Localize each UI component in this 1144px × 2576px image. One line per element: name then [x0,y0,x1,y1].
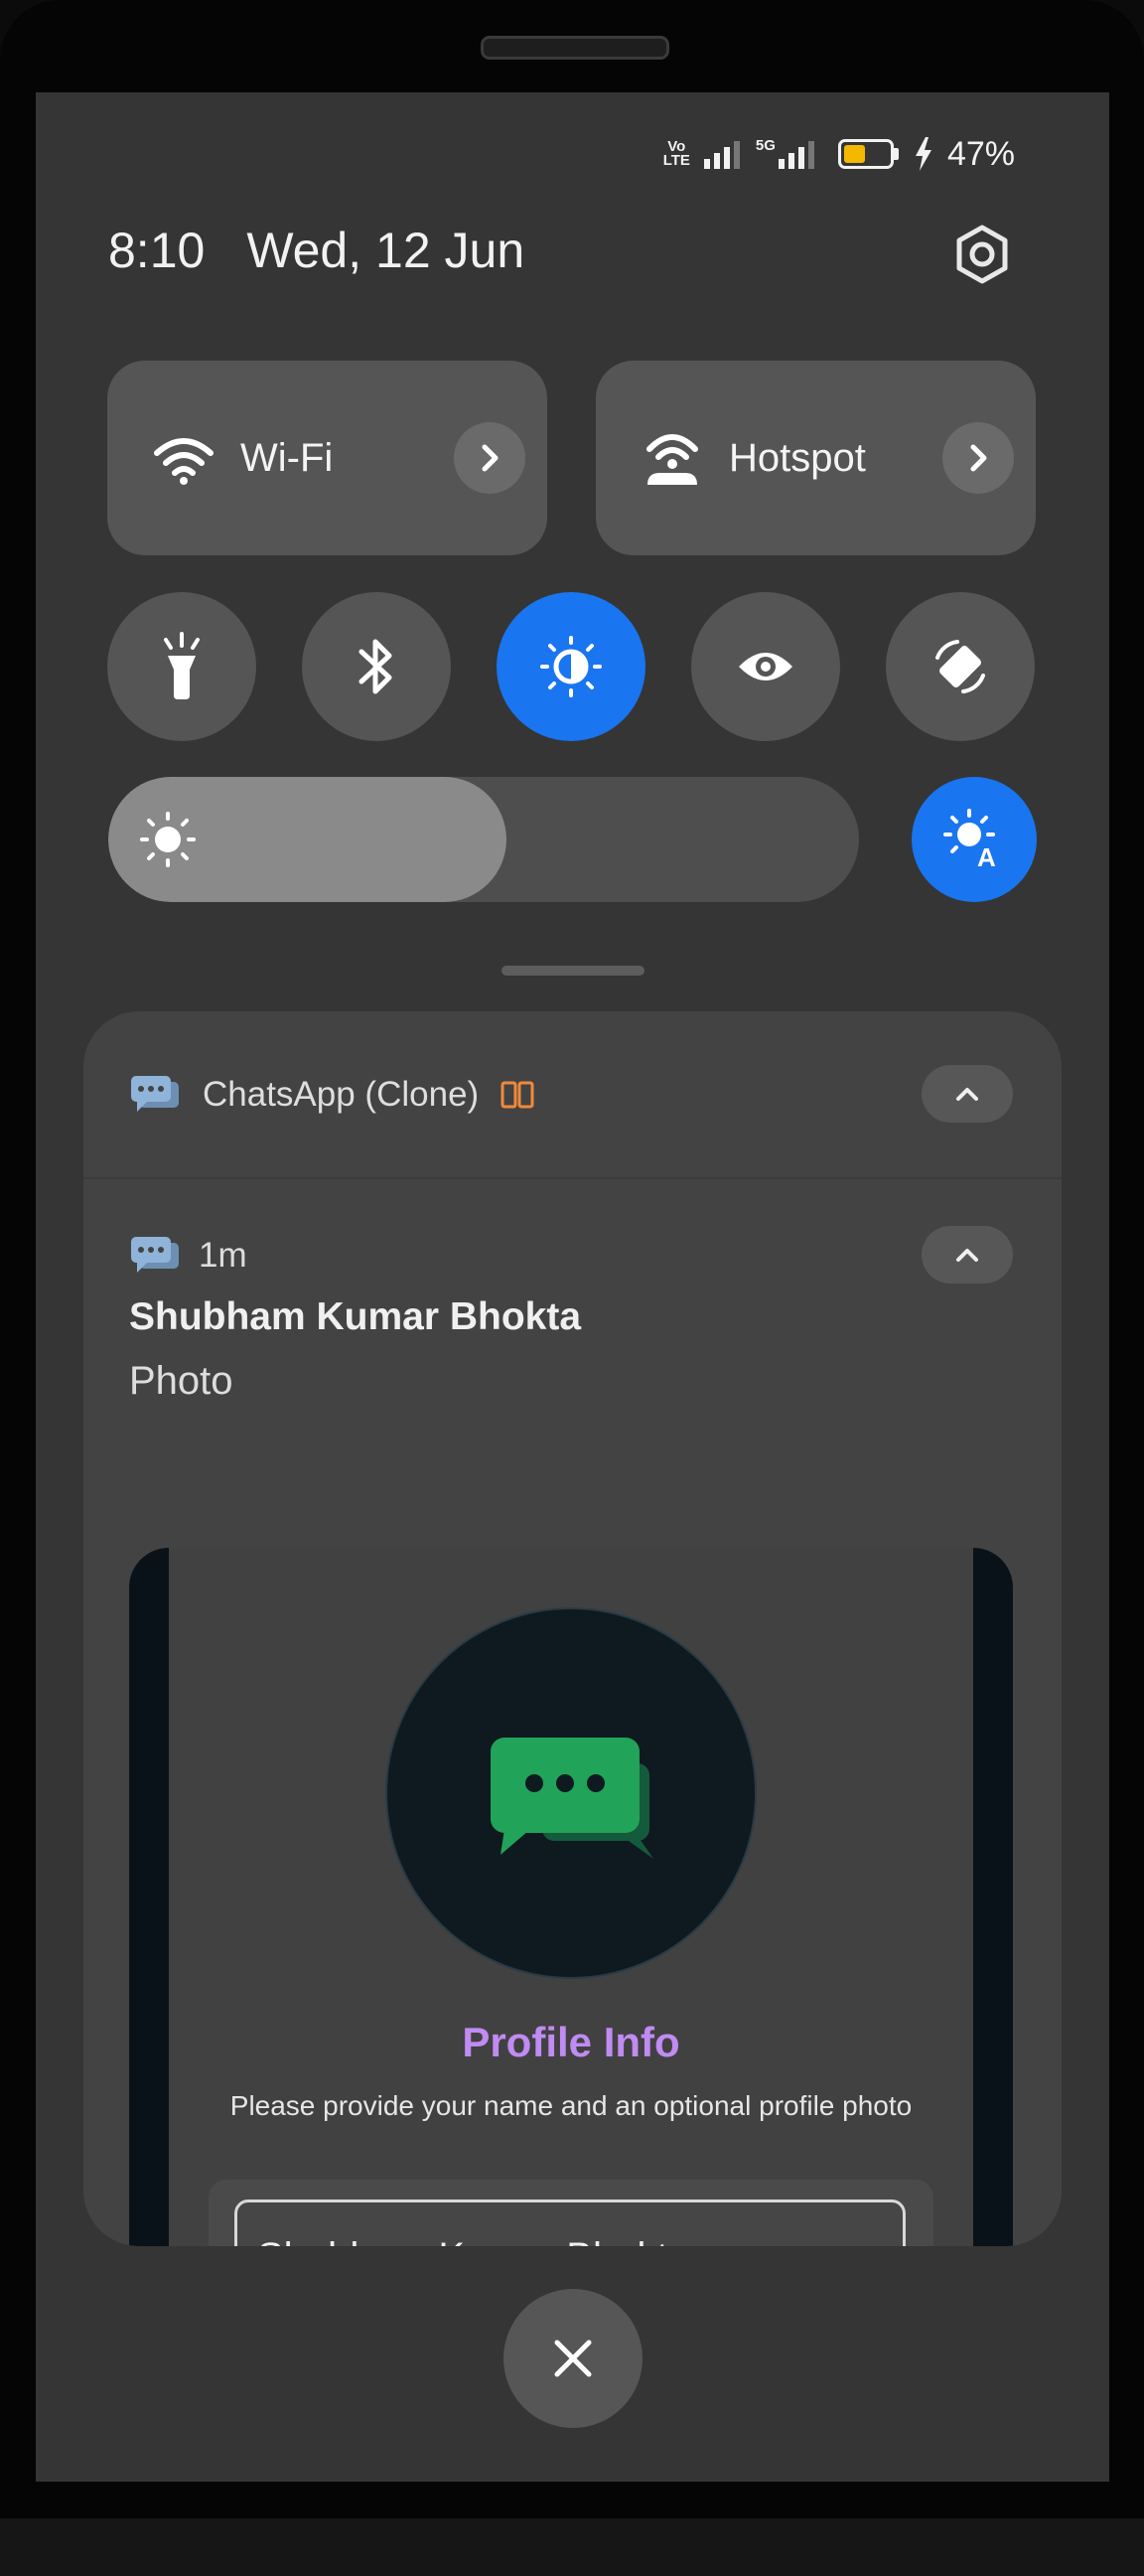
preview-title: Profile Info [462,2019,680,2065]
eye-comfort-toggle[interactable] [691,592,840,741]
dark-mode-icon [540,636,602,697]
auto-brightness-icon: A [943,809,996,872]
signal-icon [703,141,740,169]
auto-rotate-toggle[interactable] [886,592,1035,741]
clock-date: 8:10 Wed, 12 Jun [108,222,524,279]
hotspot-tile[interactable]: Hotspot [596,361,1036,555]
wifi-label: Wi-Fi [240,435,334,480]
chevron-up-icon [956,1249,978,1262]
earpiece-speaker [481,36,669,60]
eye-comfort-icon [739,653,792,681]
app-name: ChatsApp (Clone) [203,1074,480,1114]
notification-age: 1m [199,1236,247,1275]
notification-sender: Shubham Kumar Bhokta [129,1295,582,1338]
phone-bottom-bezel [0,2518,1144,2576]
chat-logo-icon [491,1738,653,1859]
photo-preview[interactable]: Profile Info Please provide your name an… [129,1548,1013,2246]
date-label[interactable]: Wed, 12 Jun [246,223,524,278]
charging-bolt-icon [915,137,931,171]
brightness-slider[interactable] [108,777,859,902]
clock-time[interactable]: 8:10 [108,223,205,278]
wifi-icon [154,438,214,485]
battery-icon [837,139,900,169]
chevron-up-icon [956,1088,978,1101]
volte-indicator: Vo LTE [662,138,690,169]
collapse-notification-button[interactable] [922,1226,1013,1284]
battery-level-fill [843,145,865,163]
battery-percent: 47% [946,134,1015,173]
auto-label: A [977,842,996,872]
hotspot-icon [646,434,698,485]
preview-name-field: Shubham Kumar Bhokta [234,2199,906,2246]
preview-subtitle: Please provide your name and an optional… [229,2090,913,2121]
preview-form: Shubham Kumar Bhokta [209,2180,933,2246]
card-divider [83,1177,1062,1179]
hotspot-label: Hotspot [729,435,866,480]
auto-rotate-icon [935,640,985,693]
close-icon [554,2340,592,2377]
gear-icon [956,225,1008,284]
preview-screen: Profile Info Please provide your name an… [169,1548,973,2246]
notification-app-header: ChatsApp (Clone) [83,1011,1062,1177]
dark-mode-toggle[interactable] [497,592,645,741]
settings-button[interactable] [949,222,1015,287]
chevron-right-icon [970,444,987,472]
network-type-label: 5G [755,137,776,154]
collapse-group-button[interactable] [922,1065,1013,1123]
wifi-details-button[interactable] [454,422,525,494]
notification-message: Photo [129,1359,233,1403]
notification-shade: Vo LTE 5G 47% 8:10 Wed, 12 Jun Wi-Fi Hot… [36,92,1109,2482]
shade-drag-handle[interactable] [501,966,644,976]
phone-frame: Vo LTE 5G 47% 8:10 Wed, 12 Jun Wi-Fi Hot… [0,0,1144,2576]
auto-brightness-toggle[interactable]: A [912,777,1037,902]
chevron-right-icon [482,444,499,472]
status-bar: Vo LTE 5G 47% [663,134,1015,174]
clear-all-button[interactable] [503,2289,643,2428]
chat-app-icon [131,1075,179,1112]
chat-app-icon [131,1237,179,1273]
brightness-sun-icon [140,812,196,867]
5g-signal: 5G [755,137,816,169]
flashlight-toggle[interactable] [107,592,256,741]
notification-meta: 1m [129,1235,247,1277]
hotspot-details-button[interactable] [942,422,1014,494]
clone-badge-icon [500,1081,534,1108]
notification-card[interactable]: ChatsApp (Clone) 1m Shubham Kumar Bhokta… [83,1011,1062,2246]
flashlight-icon [164,632,200,699]
signal-5g-icon [778,141,814,169]
bluetooth-toggle[interactable] [302,592,451,741]
wifi-tile[interactable]: Wi-Fi [107,361,547,555]
bluetooth-icon [358,639,392,694]
profile-avatar [387,1609,755,1977]
